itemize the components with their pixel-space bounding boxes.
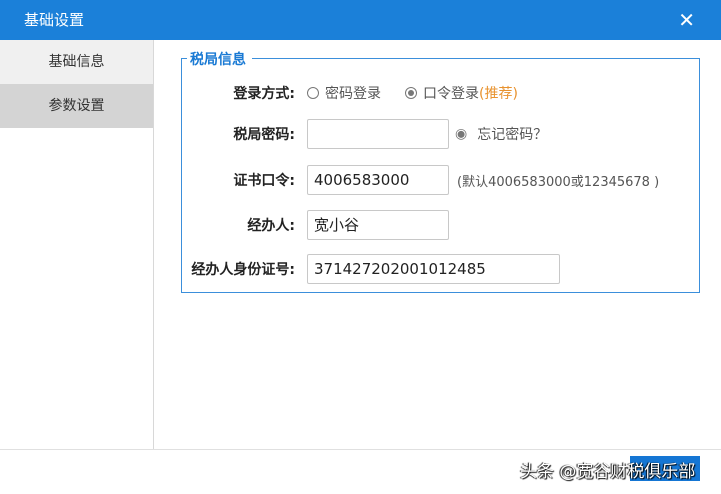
radio-password-login[interactable]: 密码登录 [307, 83, 381, 103]
login-method-row: 登录方式: 密码登录 口令登录 (推荐) [182, 81, 542, 105]
section-title: 税局信息 [187, 49, 252, 69]
sidebar-item-basic-info[interactable]: 基础信息 [0, 40, 153, 84]
cert-input[interactable]: 4006583000 [307, 165, 449, 195]
sidebar: 基础信息 参数设置 [0, 40, 154, 450]
cert-hint: (默认4006583000或12345678 ) [457, 174, 660, 190]
radio-token-login[interactable]: 口令登录 (推荐) [405, 83, 518, 103]
radio-label: 口令登录 [423, 86, 479, 102]
recommend-tag: (推荐) [479, 86, 518, 102]
tax-info-section: 税局信息 登录方式: 密码登录 口令登录 (推荐) 税局密码: ◉ 忘记密码？ 证… [181, 49, 700, 293]
cert-row: 证书口令: 4006583000 (默认4006583000或12345678 … [182, 165, 659, 195]
password-row: 税局密码: ◉ 忘记密码？ [182, 119, 547, 149]
password-input[interactable] [307, 119, 449, 149]
radio-icon [307, 87, 319, 99]
agent-label: 经办人: [247, 218, 295, 234]
radio-checked-icon [405, 87, 417, 99]
eye-icon[interactable]: ◉ [455, 126, 467, 142]
agent-row: 经办人: 宽小谷 [182, 210, 449, 240]
id-row: 经办人身份证号: 371427202001012485 [182, 254, 560, 284]
login-method-label: 登录方式: [233, 86, 295, 102]
id-label: 经办人身份证号: [191, 262, 295, 278]
radio-label: 密码登录 [325, 86, 381, 102]
window-title: 基础设置 [24, 11, 85, 29]
title-bar: 基础设置 ✕ [0, 0, 721, 40]
sidebar-item-params[interactable]: 参数设置 [0, 84, 153, 128]
id-input[interactable]: 371427202001012485 [307, 254, 560, 284]
close-icon[interactable]: ✕ [678, 0, 695, 40]
agent-input[interactable]: 宽小谷 [307, 210, 449, 240]
cert-label: 证书口令: [233, 173, 295, 189]
forgot-password-link[interactable]: 忘记密码？ [477, 124, 547, 144]
password-label: 税局密码: [233, 127, 295, 143]
watermark: 头条 @宽谷财税俱乐部 [520, 462, 696, 482]
